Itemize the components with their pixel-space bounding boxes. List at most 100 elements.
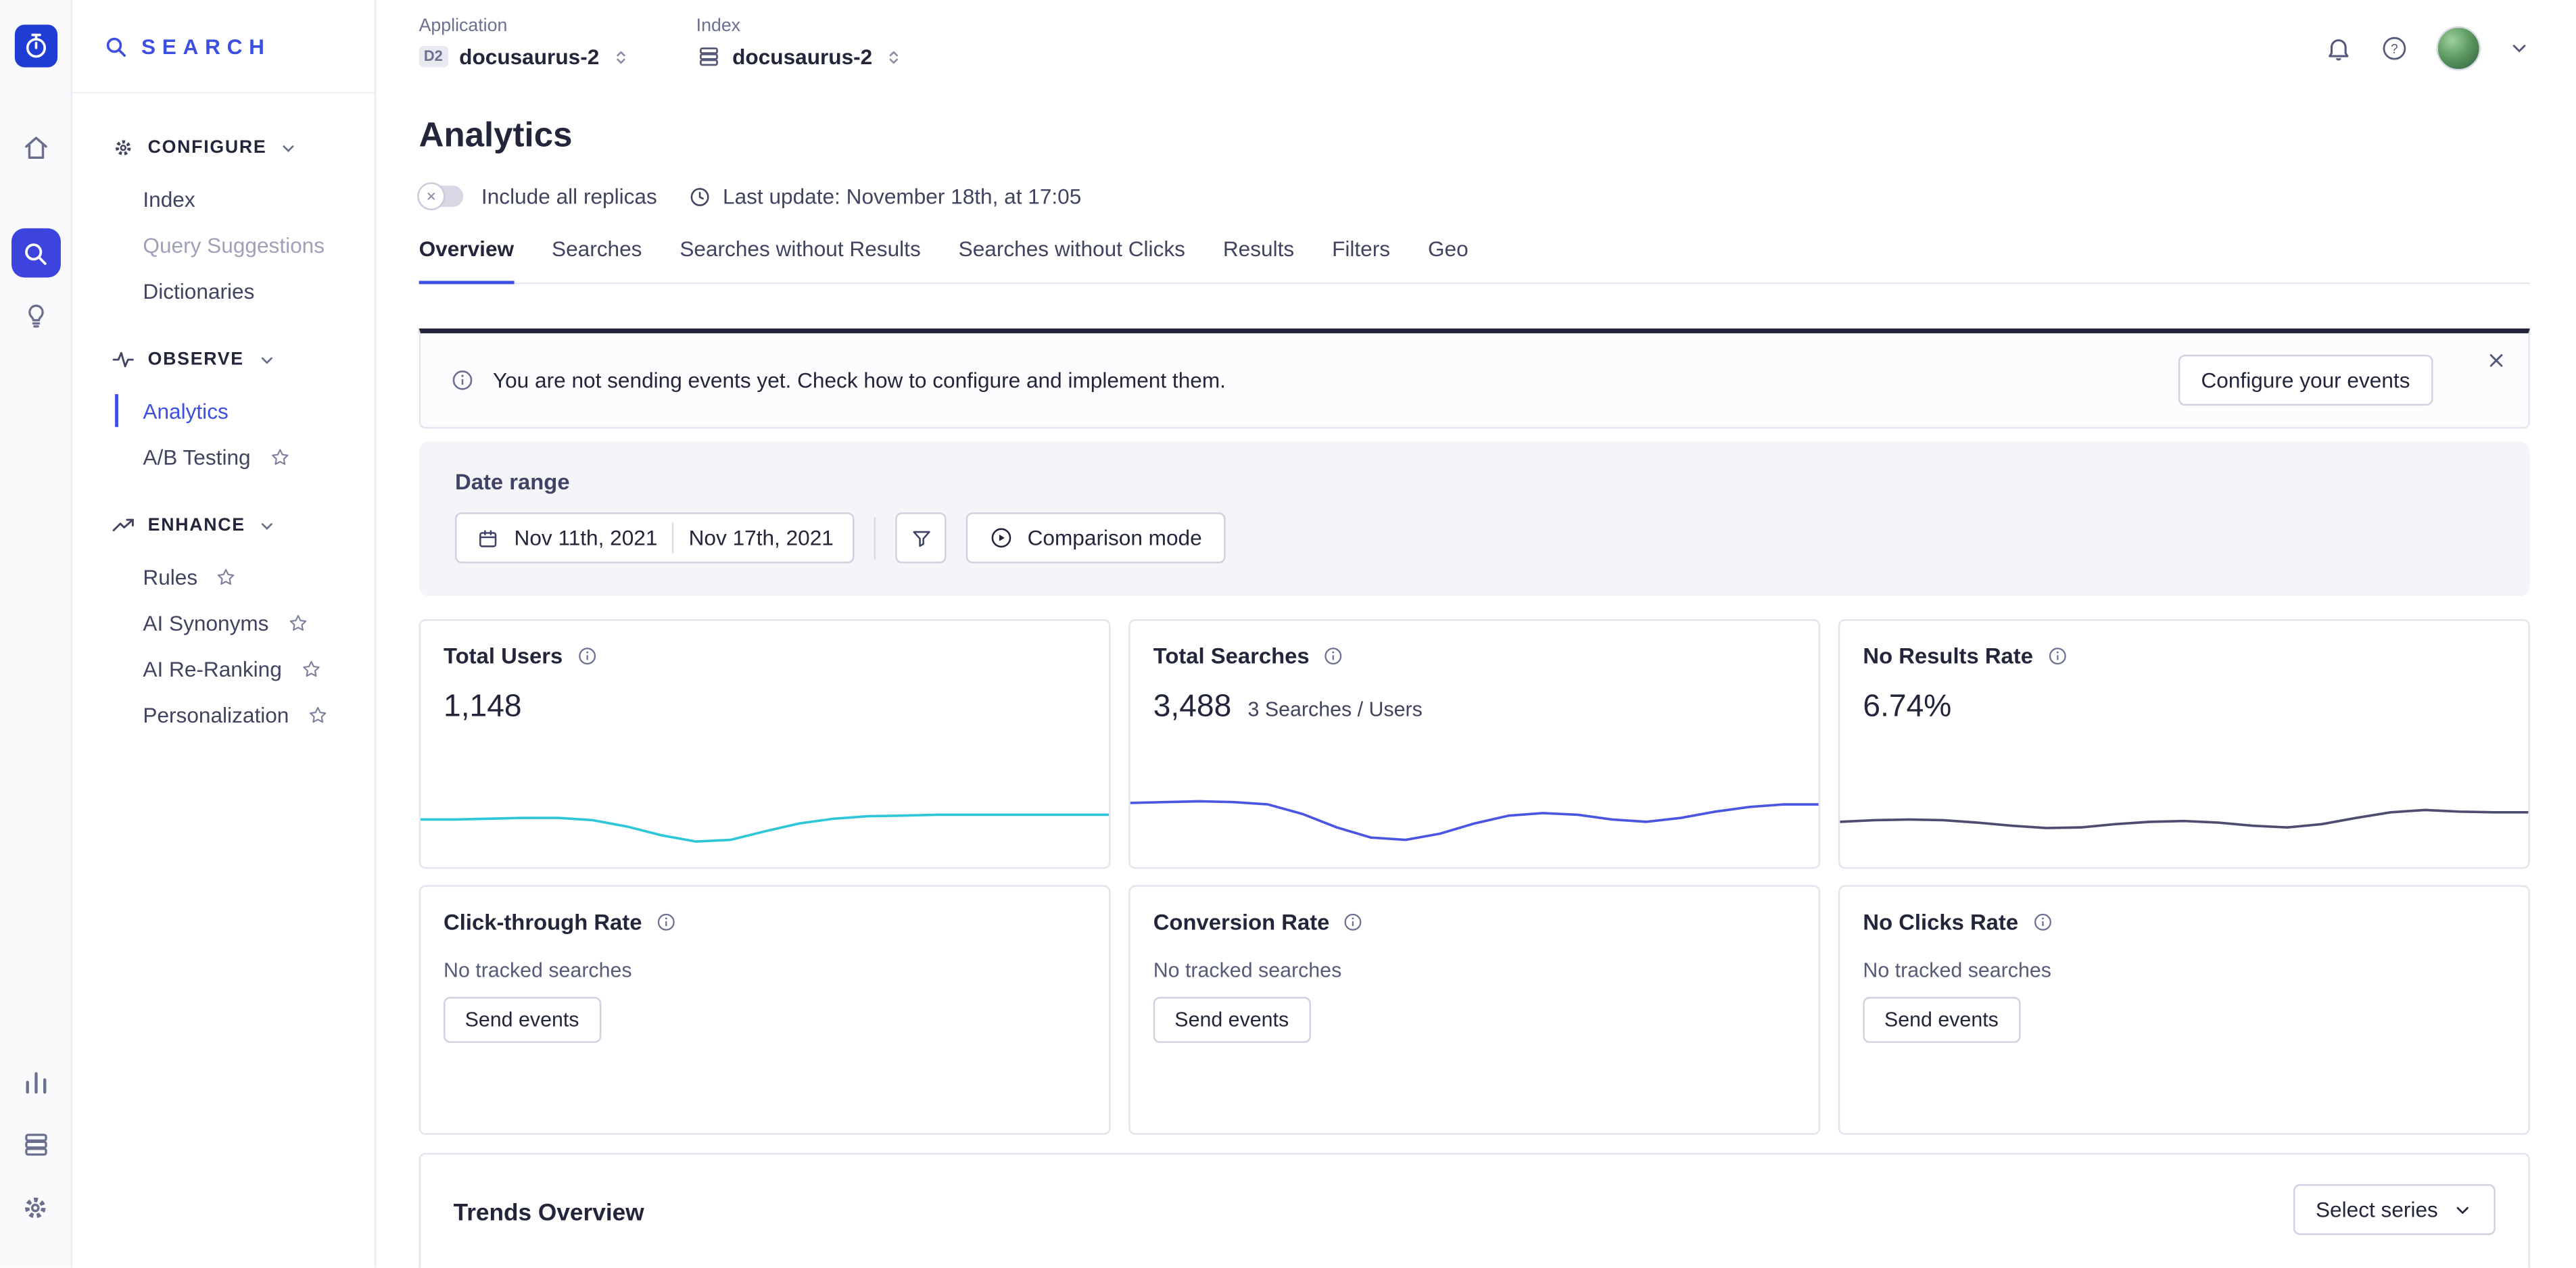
star-icon[interactable] xyxy=(216,566,237,587)
tab-searches-without-clicks[interactable]: Searches without Clicks xyxy=(959,237,1185,283)
metric-card-conversion-rate: Conversion Rate No tracked searches Send… xyxy=(1128,885,1820,1135)
data-sources-icon[interactable] xyxy=(11,1120,60,1169)
account-chevron-down-icon[interactable] xyxy=(2508,38,2530,59)
star-icon[interactable] xyxy=(268,446,290,468)
info-icon[interactable] xyxy=(1322,645,1344,667)
metric-value: 6.74% xyxy=(1863,690,1951,726)
sort-arrows-icon xyxy=(611,47,630,66)
star-icon[interactable] xyxy=(300,658,322,679)
nav-section-configure: CONFIGURE Index Query Suggestions Dictio… xyxy=(112,137,358,314)
section-header-enhance[interactable]: ENHANCE xyxy=(112,514,358,537)
application-selector-group: Application D2 docusaurus-2 xyxy=(419,16,631,69)
sidebar-item-personalization[interactable]: Personalization xyxy=(112,691,358,737)
recommend-icon[interactable] xyxy=(11,291,60,340)
application-value: docusaurus-2 xyxy=(459,45,599,69)
toggle-knob xyxy=(417,182,445,210)
info-icon[interactable] xyxy=(2032,912,2053,933)
sidebar-item-analytics[interactable]: Analytics xyxy=(112,387,358,433)
last-update-text: Last update: November 18th, at 17:05 xyxy=(723,184,1081,208)
toggle-off-x-icon xyxy=(425,191,437,202)
date-range-controls: Nov 11th, 2021 Nov 17th, 2021 Comparison… xyxy=(455,512,2494,563)
comparison-mode-icon xyxy=(990,526,1014,550)
monitoring-icon[interactable] xyxy=(11,1058,60,1107)
index-value: docusaurus-2 xyxy=(732,45,872,69)
info-icon[interactable] xyxy=(1343,912,1364,933)
star-icon[interactable] xyxy=(307,704,329,725)
star-icon[interactable] xyxy=(287,612,308,633)
tab-geo[interactable]: Geo xyxy=(1428,237,1469,283)
sidebar-item-label: Rules xyxy=(143,564,197,589)
sidebar-item-label: Analytics xyxy=(143,398,228,422)
sidebar-item-query-suggestions[interactable]: Query Suggestions xyxy=(112,222,358,268)
user-avatar[interactable] xyxy=(2436,26,2481,71)
search-product-icon[interactable] xyxy=(11,228,60,278)
metric-card-click-through-rate: Click-through Rate No tracked searches S… xyxy=(419,885,1111,1135)
total-searches-sparkline xyxy=(1130,775,1819,860)
brand-label: SEARCH xyxy=(141,34,271,58)
chevron-down-icon xyxy=(257,351,275,369)
app-window: SEARCH CONFIGURE Index Query Suggestions… xyxy=(0,0,2576,1268)
sidebar-item-label: A/B Testing xyxy=(143,444,250,468)
sidebar-item-rules[interactable]: Rules xyxy=(112,554,358,600)
metric-title: Total Searches xyxy=(1153,643,1310,668)
sidebar-item-label: Personalization xyxy=(143,702,289,727)
help-icon[interactable]: ? xyxy=(2381,34,2408,62)
send-events-button[interactable]: Send events xyxy=(444,997,600,1043)
sidebar-item-ai-reranking[interactable]: AI Re-Ranking xyxy=(112,645,358,691)
product-brand: SEARCH xyxy=(72,0,375,93)
events-banner: You are not sending events yet. Check ho… xyxy=(419,328,2530,429)
page-title: Analytics xyxy=(419,117,2530,156)
filter-funnel-icon xyxy=(910,527,933,550)
sidebar-item-label: Index xyxy=(143,187,195,211)
configure-events-button[interactable]: Configure your events xyxy=(2178,355,2433,406)
section-label: OBSERVE xyxy=(148,350,244,370)
analytics-tabs: Overview Searches Searches without Resul… xyxy=(419,237,2530,284)
sidebar-item-ai-synonyms[interactable]: AI Synonyms xyxy=(112,600,358,645)
send-events-button[interactable]: Send events xyxy=(1863,997,2020,1043)
top-right-actions: ? xyxy=(2324,16,2530,70)
nav-section-enhance: ENHANCE Rules AI Synonyms AI Re-Ranking … xyxy=(112,514,358,737)
sidebar-item-dictionaries[interactable]: Dictionaries xyxy=(112,268,358,314)
sidebar-item-label: AI Re-Ranking xyxy=(143,656,281,681)
banner-message: You are not sending events yet. Check ho… xyxy=(493,368,1226,392)
select-series-dropdown[interactable]: Select series xyxy=(2293,1184,2496,1235)
comparison-mode-label: Comparison mode xyxy=(1028,526,1202,550)
section-header-observe[interactable]: OBSERVE xyxy=(112,348,358,371)
chevron-down-icon xyxy=(258,516,277,535)
no-results-rate-sparkline xyxy=(1840,775,2528,860)
close-icon[interactable] xyxy=(2485,350,2507,372)
metric-card-no-results-rate: No Results Rate 6.74% xyxy=(1838,619,2530,869)
gear-icon xyxy=(112,137,135,160)
info-icon[interactable] xyxy=(576,645,598,667)
index-selector-group: Index docusaurus-2 xyxy=(696,16,904,69)
index-selector[interactable]: docusaurus-2 xyxy=(696,45,904,69)
main-content: Application D2 docusaurus-2 Index docusa… xyxy=(376,0,2576,1268)
send-events-button[interactable]: Send events xyxy=(1153,997,1310,1043)
tab-results[interactable]: Results xyxy=(1223,237,1294,283)
include-replicas-toggle[interactable] xyxy=(419,186,464,208)
index-stack-icon xyxy=(696,45,721,69)
sidebar: SEARCH CONFIGURE Index Query Suggestions… xyxy=(72,0,377,1268)
trends-overview-panel: Trends Overview Select series xyxy=(419,1153,2530,1268)
nav-section-observe: OBSERVE Analytics A/B Testing xyxy=(112,348,358,479)
section-header-configure[interactable]: CONFIGURE xyxy=(112,137,358,160)
no-tracked-searches-note: No tracked searches xyxy=(1863,959,2505,982)
tab-searches-without-results[interactable]: Searches without Results xyxy=(679,237,920,283)
info-icon[interactable] xyxy=(2046,645,2068,667)
home-icon[interactable] xyxy=(11,123,60,172)
date-range-picker[interactable]: Nov 11th, 2021 Nov 17th, 2021 xyxy=(455,512,855,563)
tab-searches[interactable]: Searches xyxy=(552,237,642,283)
filter-button[interactable] xyxy=(896,512,947,563)
application-selector[interactable]: D2 docusaurus-2 xyxy=(419,45,631,69)
settings-icon[interactable] xyxy=(11,1182,60,1232)
metric-title: Conversion Rate xyxy=(1153,910,1330,934)
tab-overview[interactable]: Overview xyxy=(419,237,515,283)
sidebar-item-index[interactable]: Index xyxy=(112,176,358,222)
notifications-bell-icon[interactable] xyxy=(2324,34,2352,62)
comparison-mode-button[interactable]: Comparison mode xyxy=(967,512,1225,563)
tab-filters[interactable]: Filters xyxy=(1332,237,1390,283)
sidebar-item-ab-testing[interactable]: A/B Testing xyxy=(112,433,358,479)
info-icon[interactable] xyxy=(655,912,677,933)
algolia-logo[interactable] xyxy=(14,24,57,67)
metric-value: 3,488 xyxy=(1153,690,1232,726)
